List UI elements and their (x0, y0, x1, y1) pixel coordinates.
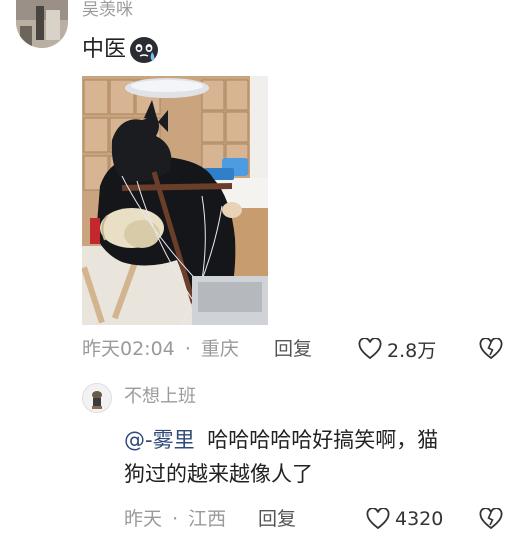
comment-location: 重庆 (200, 338, 239, 360)
reply-avatar[interactable] (82, 383, 112, 413)
reply-button[interactable]: 回复 (274, 336, 312, 362)
reply-avatar-image (83, 384, 111, 412)
avatar[interactable] (16, 0, 68, 48)
comment-text: 中医 (82, 35, 159, 65)
reply-like-count: 4320 (395, 508, 444, 530)
reply-dislike-button[interactable] (479, 507, 503, 531)
comment-text-body: 中医 (82, 37, 127, 62)
comment-photo[interactable] (82, 76, 268, 325)
heart-icon (358, 338, 382, 360)
broken-heart-icon (479, 508, 503, 530)
broken-heart-icon (479, 338, 503, 360)
mention-link[interactable]: @-雾里 (124, 428, 195, 452)
dog-acupuncture-photo-icon (82, 76, 268, 325)
reply-like-button[interactable]: 4320 (366, 506, 443, 532)
like-count: 2.8万 (387, 339, 437, 362)
reply-text-line-2: 狗过的越来越像人了 (124, 462, 313, 486)
comment-time: 昨天02:04 (82, 338, 175, 360)
avatar-image (16, 0, 68, 48)
reply-text: @-雾里 哈哈哈哈哈好搞笑啊，猫 狗过的越来越像人了 (124, 423, 514, 491)
reply-text-body: 哈哈哈哈哈好搞笑啊，猫 (207, 428, 439, 452)
reply-location: 江西 (188, 508, 227, 530)
crying-face-emoji-icon (129, 36, 159, 64)
heart-icon (366, 508, 390, 530)
reply-time: 昨天 (124, 508, 163, 530)
meta-separator: · (184, 338, 191, 360)
comment-meta: 昨天02:04 · 重庆 (82, 336, 239, 362)
reply-text-line-1: @-雾里 哈哈哈哈哈好搞笑啊，猫 (124, 423, 514, 457)
reply-meta: 昨天 · 江西 (124, 506, 226, 532)
reply-reply-button[interactable]: 回复 (258, 506, 296, 532)
dislike-button[interactable] (479, 337, 503, 361)
comment-username[interactable]: 吴羡咪 (82, 0, 133, 21)
meta-separator: · (172, 508, 179, 530)
like-button[interactable]: 2.8万 (358, 336, 436, 362)
reply-username[interactable]: 不想上班 (124, 385, 196, 409)
